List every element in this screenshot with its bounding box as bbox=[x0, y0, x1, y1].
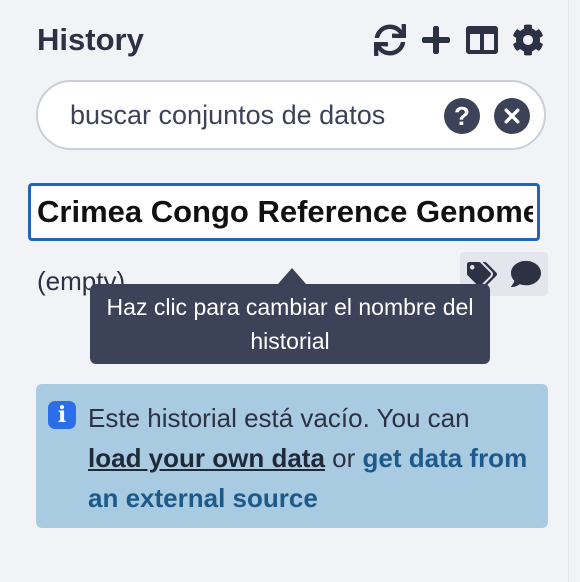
history-options-button[interactable] bbox=[510, 22, 546, 58]
question-icon: ? bbox=[454, 100, 470, 131]
switch-history-button[interactable] bbox=[464, 22, 500, 58]
info-icon: i bbox=[48, 401, 76, 429]
search-help-button[interactable]: ? bbox=[444, 98, 480, 134]
search-clear-button[interactable] bbox=[494, 98, 530, 134]
rename-tooltip: Haz clic para cambiar el nombre del hist… bbox=[90, 284, 490, 364]
search-input[interactable] bbox=[70, 100, 460, 130]
alert-text-before: Este historial está vacío. You can bbox=[88, 403, 470, 433]
empty-history-alert: i Este historial está vacío. You can loa… bbox=[36, 384, 548, 528]
history-name-input[interactable] bbox=[28, 183, 540, 241]
history-panel: History ? (empty) Haz clic para cambiar … bbox=[0, 0, 569, 582]
sync-button[interactable] bbox=[372, 22, 408, 58]
alert-text-middle: or bbox=[324, 443, 363, 473]
dataset-search: ? bbox=[36, 80, 546, 150]
comment-icon[interactable] bbox=[511, 259, 541, 289]
panel-title: History bbox=[37, 22, 144, 57]
new-history-button[interactable] bbox=[418, 22, 454, 58]
times-circle-icon bbox=[504, 108, 520, 124]
empty-history-message: Este historial está vacío. You can load … bbox=[88, 398, 528, 518]
plus-icon bbox=[422, 26, 450, 54]
sync-icon bbox=[374, 24, 406, 56]
tooltip-arrow bbox=[278, 268, 306, 284]
columns-icon bbox=[466, 26, 498, 54]
gear-icon bbox=[513, 24, 543, 56]
history-toolbar bbox=[372, 22, 546, 58]
load-data-link[interactable]: load your own data bbox=[88, 443, 325, 473]
